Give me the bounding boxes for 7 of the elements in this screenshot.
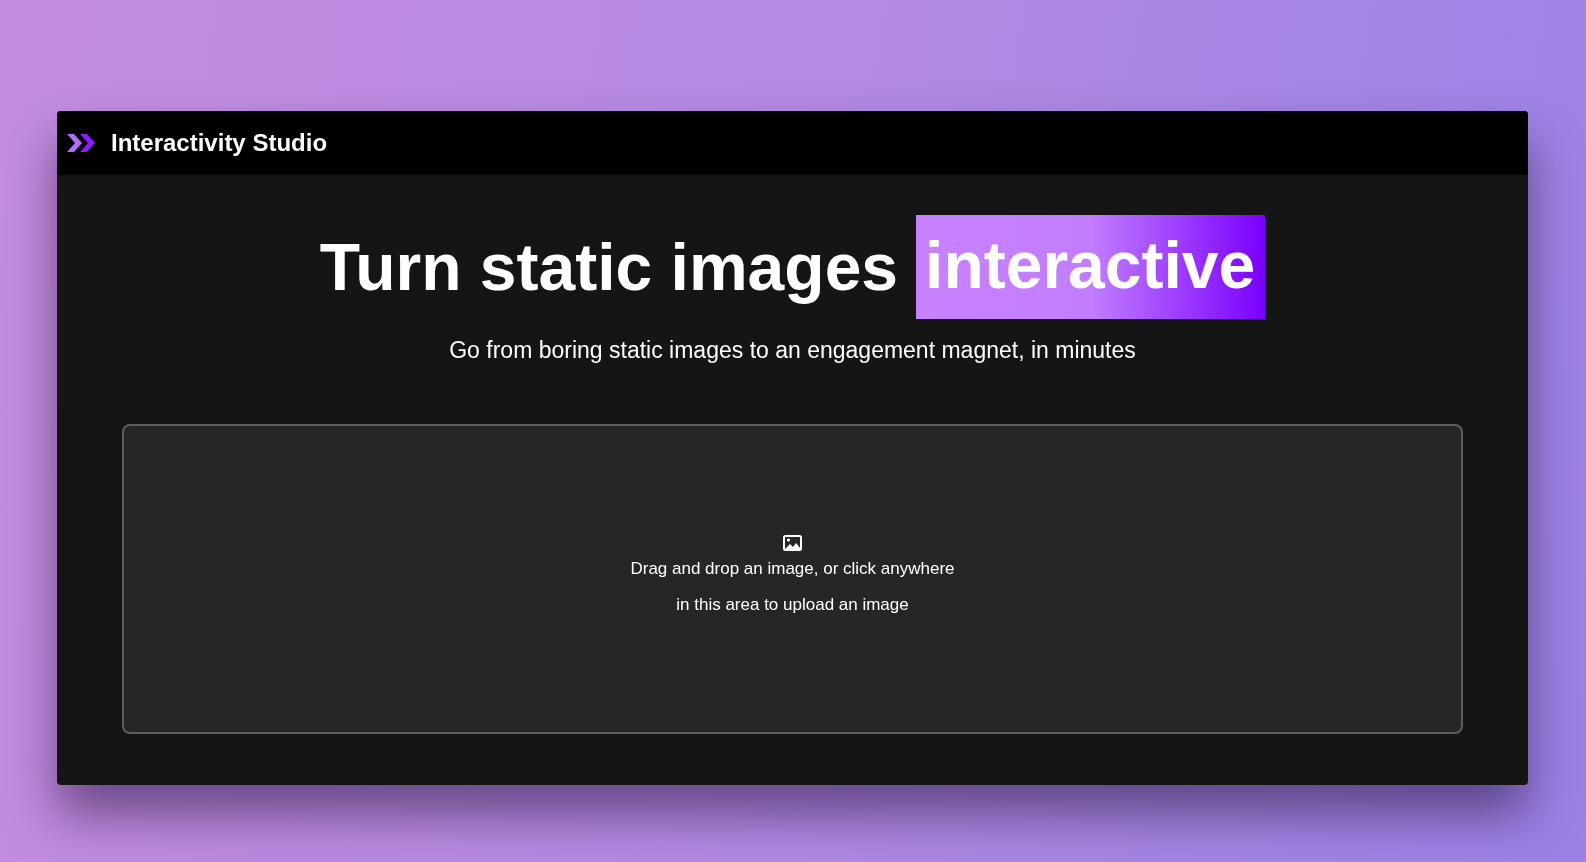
upload-instructions: Drag and drop an image, or click anywhere in this area to upload an image: [629, 558, 956, 616]
app-title: Interactivity Studio: [111, 129, 328, 157]
chevrons-logo-icon: [67, 132, 97, 154]
headline: Turn static images: [319, 229, 899, 305]
upload-dropzone[interactable]: Drag and drop an image, or click anywhere in this area to upload an image: [122, 424, 1463, 734]
subtitle: Go from boring static images to an engagement magnet, in minutes: [449, 337, 1136, 364]
image-icon: [783, 535, 802, 551]
